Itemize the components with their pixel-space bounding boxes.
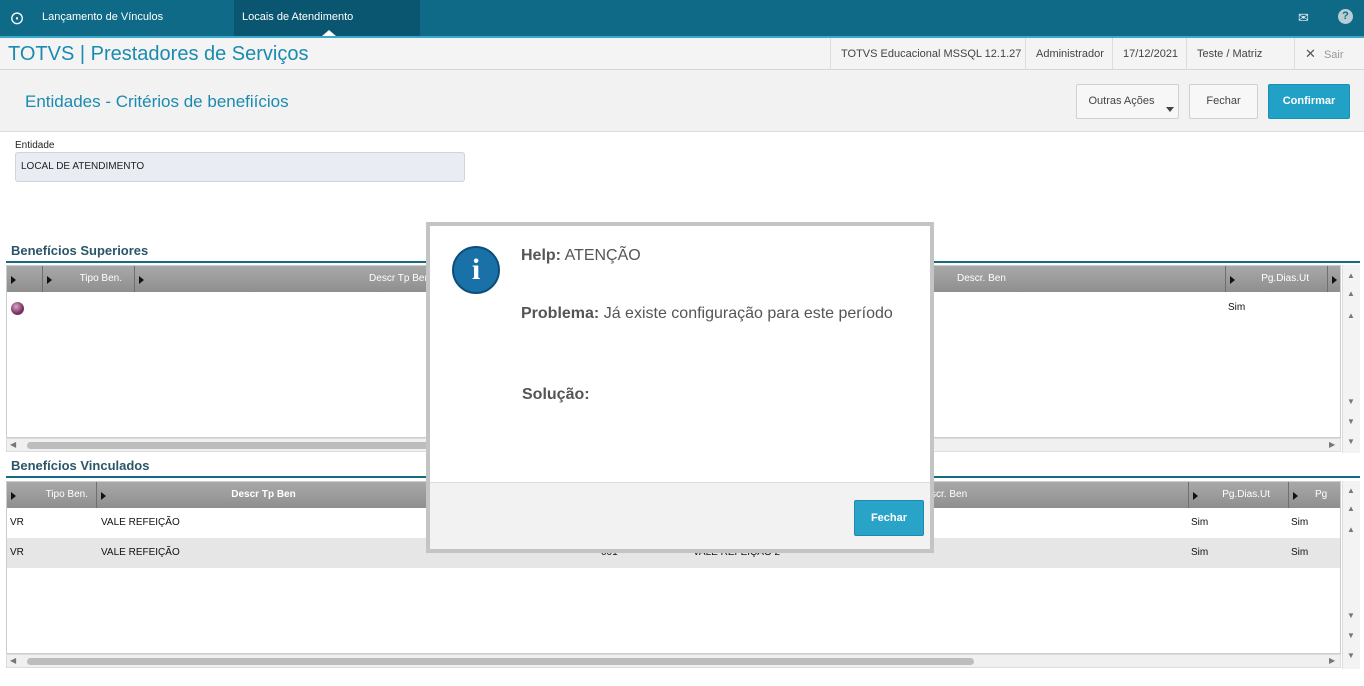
help-line: Help: ATENÇÃO	[521, 247, 641, 265]
totvs-logo-icon[interactable]: ⊙	[6, 7, 28, 29]
mail-icon[interactable]: ✉	[1298, 10, 1309, 26]
triangle-icon	[1332, 276, 1337, 284]
cell-descr-tp: VALE REFEIÇÃO	[101, 547, 180, 558]
row-selector-header[interactable]	[7, 266, 43, 292]
scroll-bottom-icon[interactable]: ▼	[1347, 651, 1355, 660]
scroll-left-icon[interactable]: ◀	[10, 656, 16, 665]
vertical-scrollbar[interactable]: ▲ ▲ ▲ ▼ ▼ ▼	[1342, 481, 1360, 669]
exit-button[interactable]: ✕ Sair	[1294, 38, 1364, 70]
scroll-right-icon[interactable]: ▶	[1329, 440, 1335, 449]
app-title: TOTVS | Prestadores de Serviços	[8, 43, 309, 65]
scroll-page-down-icon[interactable]: ▼	[1347, 631, 1355, 640]
column-label: scr. Ben	[931, 489, 968, 500]
triangle-icon	[1193, 492, 1198, 500]
solution-line: Solução:	[522, 386, 590, 404]
tab-lancamento-vinculos[interactable]: Lançamento de Vínculos [02.9.0005]×	[34, 0, 232, 57]
triangle-icon	[1230, 276, 1235, 284]
scroll-top-icon[interactable]: ▲	[1347, 486, 1355, 495]
scroll-down-icon[interactable]: ▼	[1347, 397, 1355, 406]
section-title-superiores: Benefícios Superiores	[11, 243, 149, 258]
scroll-up-icon[interactable]: ▲	[1347, 311, 1355, 320]
cell-tipo: VR	[10, 517, 24, 528]
info-icon: i	[452, 246, 500, 294]
column-header-pg-sa[interactable]: Pg Sa	[1289, 482, 1340, 526]
tab-locais-atendimento[interactable]: Locais de Atendimento [02.9.0028]×	[234, 0, 420, 57]
problem-label: Problema:	[521, 305, 600, 322]
scroll-up-icon[interactable]: ▲	[1347, 525, 1355, 534]
column-header-descr-ben[interactable]: Descr. Ben	[935, 266, 1226, 292]
status-legend-icon	[11, 302, 24, 315]
problem-line: Problema: Já existe configuração para es…	[521, 305, 893, 323]
scrollbar-thumb[interactable]	[27, 658, 974, 665]
help-dialog: i Help: ATENÇÃO Problema: Já existe conf…	[426, 222, 934, 553]
problem-value: Já existe configuração para este período	[603, 305, 893, 322]
help-value: ATENÇÃO	[564, 247, 641, 264]
triangle-icon	[139, 276, 144, 284]
page-header: Entidades - Critérios de benefiícios Out…	[0, 70, 1364, 132]
cell-pg-sa: Sim	[1291, 517, 1309, 528]
close-button[interactable]: Fechar	[1189, 84, 1258, 119]
scroll-right-icon[interactable]: ▶	[1329, 656, 1335, 665]
cell-pg-dias: Sim	[1228, 302, 1246, 313]
exit-label: Sair	[1323, 49, 1344, 61]
triangle-icon	[1293, 492, 1298, 500]
section-title-vinculados: Benefícios Vinculados	[11, 458, 150, 473]
scroll-top-icon[interactable]: ▲	[1347, 271, 1355, 280]
triangle-icon	[11, 276, 16, 284]
column-header-pg-dias[interactable]: Pg.Dias.Ut	[1189, 482, 1289, 508]
cell-tipo: VR	[10, 547, 24, 558]
column-label: Pg.Dias.Ut	[1222, 489, 1270, 500]
column-label: Descr. Ben	[957, 273, 1006, 284]
cell-descr-tp: VALE REFEIÇÃO	[101, 517, 180, 528]
column-label: Tipo Ben.	[79, 273, 122, 284]
triangle-icon	[47, 276, 52, 284]
scroll-left-icon[interactable]: ◀	[10, 440, 16, 449]
solution-label: Solução:	[522, 386, 590, 403]
confirm-button[interactable]: Confirmar	[1268, 84, 1350, 119]
column-label: Descr Tp Ben	[369, 273, 430, 284]
scroll-page-down-icon[interactable]: ▼	[1347, 417, 1355, 426]
column-header-pg-dias[interactable]: Pg.Dias.Ut	[1226, 266, 1328, 292]
top-bar: ⊙ Lançamento de Vínculos [02.9.0005]× Lo…	[0, 0, 1364, 57]
column-label: Tipo Ben.	[45, 489, 88, 500]
column-header-more[interactable]	[1328, 266, 1340, 292]
triangle-icon	[11, 492, 16, 500]
column-header-descr-tp-ben[interactable]: Descr Tp Ben	[135, 266, 435, 292]
column-header-descr-tp-ben[interactable]: Descr Tp Ben	[97, 482, 431, 508]
entity-label: Entidade	[15, 140, 55, 151]
title-bar: TOTVS | Prestadores de Serviços TOTVS Ed…	[0, 36, 1364, 70]
column-label: Descr Tp Ben	[231, 489, 296, 500]
company-context[interactable]: Teste / Matriz	[1186, 38, 1272, 70]
user-name[interactable]: Administrador	[1025, 38, 1114, 70]
triangle-icon	[101, 492, 106, 500]
chevron-down-icon	[1166, 107, 1174, 112]
horizontal-scrollbar[interactable]: ◀ ▶	[6, 654, 1341, 668]
scroll-down-icon[interactable]: ▼	[1347, 611, 1355, 620]
column-header-descr-ben[interactable]: scr. Ben	[931, 482, 1189, 508]
entity-field[interactable]: LOCAL DE ATENDIMENTO	[15, 152, 465, 182]
column-header-tipo-ben[interactable]: Tipo Ben.	[7, 482, 97, 508]
more-actions-label: Outras Ações	[1088, 95, 1155, 107]
help-label: Help:	[521, 247, 561, 264]
cell-pg-dias: Sim	[1191, 517, 1209, 528]
cell-pg-sa: Sim	[1291, 547, 1309, 558]
close-icon: ✕	[1305, 46, 1316, 61]
dialog-close-button[interactable]: Fechar	[854, 500, 924, 536]
current-date[interactable]: 17/12/2021	[1112, 38, 1188, 70]
help-icon[interactable]: ?	[1338, 9, 1353, 24]
column-header-tipo-ben[interactable]: Tipo Ben.	[43, 266, 135, 292]
cell-pg-dias: Sim	[1191, 547, 1209, 558]
scroll-page-up-icon[interactable]: ▲	[1347, 504, 1355, 513]
more-actions-button[interactable]: Outras Ações	[1076, 84, 1179, 119]
column-label: Pg.Dias.Ut	[1261, 273, 1309, 284]
scroll-bottom-icon[interactable]: ▼	[1347, 437, 1355, 446]
system-version: TOTVS Educacional MSSQL 12.1.27	[830, 38, 1031, 70]
page-title: Entidades - Critérios de benefiícios	[25, 92, 289, 111]
vertical-scrollbar[interactable]: ▲ ▲ ▲ ▼ ▼ ▼	[1342, 265, 1360, 453]
scroll-page-up-icon[interactable]: ▲	[1347, 289, 1355, 298]
